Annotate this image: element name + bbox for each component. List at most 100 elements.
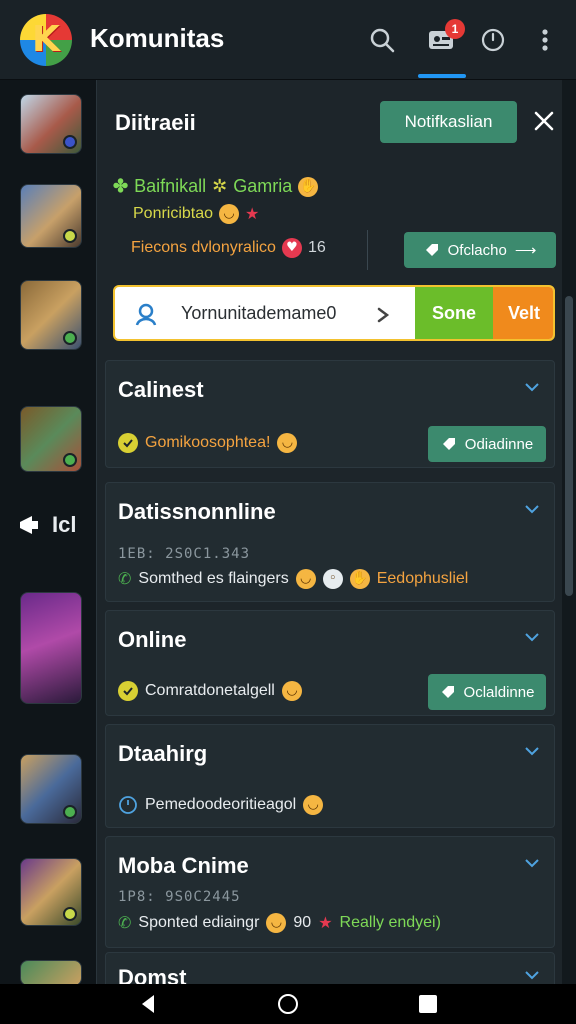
check-icon xyxy=(118,433,138,453)
tag-icon xyxy=(442,438,455,450)
star-icon: ★ xyxy=(318,915,333,932)
recents-icon[interactable] xyxy=(416,992,440,1016)
top-app-bar: K Komunitas 1 xyxy=(0,0,576,80)
section-count: 90 xyxy=(293,914,312,931)
community-list: Icl xyxy=(0,80,96,986)
emoji-icon: ◡ xyxy=(295,569,316,589)
scrollbar-thumb[interactable] xyxy=(565,296,573,596)
community-thumbnail[interactable] xyxy=(20,406,82,472)
section-meta: 1EB: 2S0C1.343 xyxy=(118,546,251,562)
chevron-down-icon[interactable] xyxy=(522,627,542,647)
section-title: Online xyxy=(118,627,187,652)
section-line-text: Pemedoodeoritieagol xyxy=(145,796,297,813)
profile-icon xyxy=(135,303,157,326)
history-button[interactable] xyxy=(475,22,511,58)
notification-badge: 1 xyxy=(445,19,465,39)
community-name-bar: Yornunitademame0 Sone Velt xyxy=(113,285,555,341)
status-action-label: Ofclacho xyxy=(447,241,507,259)
search-icon xyxy=(370,28,395,53)
emoji-icon: ◦ xyxy=(322,569,343,589)
status-line-1-text: Baifnikall xyxy=(134,176,207,196)
section-meta: 1P8: 9S0C2445 xyxy=(118,889,241,905)
section-line: Comratdonetalgell ◡ xyxy=(118,681,302,701)
section-line-text: Comratdonetalgell xyxy=(145,682,275,699)
sparkle-icon: ✤ xyxy=(113,176,129,196)
phone-icon: ✆ xyxy=(118,571,132,588)
active-tab-indicator xyxy=(418,74,466,78)
status-badge xyxy=(63,135,77,149)
smile-emoji-icon: ◡ xyxy=(219,204,240,224)
section-extra-text: Eedophusliel xyxy=(376,570,469,587)
community-thumbnail[interactable] xyxy=(20,858,82,926)
back-icon[interactable] xyxy=(136,992,160,1016)
notification-button[interactable]: Notifkaslian xyxy=(380,101,517,143)
more-options-button[interactable] xyxy=(527,22,563,58)
emoji-icon: ✋ xyxy=(349,569,370,589)
close-button[interactable] xyxy=(529,106,559,136)
divider xyxy=(367,230,368,270)
star-icon: ★ xyxy=(245,206,260,223)
community-thumbnail[interactable] xyxy=(20,184,82,248)
check-icon xyxy=(118,681,138,701)
section-line-text: Gomikoosophtea! xyxy=(145,434,271,451)
status-line-1b-text: Gamria xyxy=(233,176,293,196)
sone-button[interactable]: Sone xyxy=(415,287,493,339)
section-card[interactable]: Moba Cnime 1P8: 9S0C2445 ✆ Sponted ediai… xyxy=(105,836,555,948)
section-card[interactable]: Dtaahirg Pemedoodeoritieagol ◡ xyxy=(105,724,555,828)
section-line-text: Somthed es flaingers xyxy=(138,570,289,587)
community-thumbnail[interactable] xyxy=(20,592,82,704)
section-line-text: Sponted ediaingr xyxy=(138,914,260,931)
community-thumbnail[interactable] xyxy=(20,960,82,986)
community-thumbnail[interactable] xyxy=(20,94,82,154)
community-thumbnail[interactable] xyxy=(20,754,82,824)
section-title: Dtaahirg xyxy=(118,741,208,766)
wave-emoji-icon: ✋ xyxy=(298,176,319,197)
emoji-icon: ◡ xyxy=(303,795,324,815)
status-line-3-text: Fiecons dvlonyralico xyxy=(131,239,276,256)
app-screen: K Komunitas 1 Icl Diitraeii Notifkaslian… xyxy=(0,0,576,1024)
community-name-value[interactable]: Yornunitademame0 xyxy=(181,303,336,324)
edit-icon[interactable] xyxy=(373,301,399,327)
velt-button[interactable]: Velt xyxy=(493,287,553,339)
app-logo[interactable]: K xyxy=(20,14,72,66)
status-action-button[interactable]: Ofclacho ⟶ xyxy=(404,232,556,268)
left-chip[interactable]: Icl xyxy=(18,512,76,538)
status-line-2: Ponricibtao ◡ ★ xyxy=(113,204,259,224)
home-icon[interactable] xyxy=(276,992,300,1016)
section-title: Moba Cnime xyxy=(118,853,249,878)
chevron-down-icon[interactable] xyxy=(522,741,542,761)
status-line-1: ✤ Baifnikall ✲ Gamria ✋ xyxy=(113,176,319,197)
close-icon xyxy=(534,111,554,131)
app-title: Komunitas xyxy=(90,23,225,53)
chevron-down-icon[interactable] xyxy=(522,965,542,984)
gear-icon: ✲ xyxy=(212,176,228,196)
section-line: Gomikoosophtea! ◡ xyxy=(118,433,298,453)
section-action-button[interactable]: Oclaldinne xyxy=(428,674,546,710)
status-line-3: Fiecons dvlonyralico ♥ 16 xyxy=(113,238,326,258)
clock-icon xyxy=(481,28,505,52)
community-thumbnail[interactable] xyxy=(20,280,82,350)
section-extra-text: Really endyei) xyxy=(339,914,441,931)
search-button[interactable] xyxy=(364,22,400,58)
status-badge xyxy=(63,331,77,345)
status-count: 16 xyxy=(307,239,326,256)
section-card[interactable]: Datissnonnline 1EB: 2S0C1.343 ✆ Somthed … xyxy=(105,482,555,602)
chevron-down-icon[interactable] xyxy=(522,853,542,873)
emoji-icon: ◡ xyxy=(277,433,298,453)
status-badge xyxy=(63,805,77,819)
section-card[interactable]: Calinest Gomikoosophtea! ◡ Odiadinne xyxy=(105,360,555,468)
section-title: Datissnonnline xyxy=(118,499,276,524)
more-vert-icon xyxy=(542,29,548,51)
panel-title: Diitraeii xyxy=(115,110,196,135)
status-badge xyxy=(63,907,77,921)
chevron-down-icon[interactable] xyxy=(522,377,542,397)
section-action-label: Odiadinne xyxy=(464,435,534,453)
section-action-button[interactable]: Odiadinne xyxy=(428,426,546,462)
clock-icon xyxy=(119,796,137,814)
status-badge xyxy=(63,229,77,243)
section-title: Domst xyxy=(118,965,187,984)
logo-letter: K xyxy=(32,19,60,60)
section-card[interactable]: Online Comratdonetalgell ◡ Oclaldinne xyxy=(105,610,555,716)
section-card[interactable]: Domst xyxy=(105,952,555,984)
chevron-down-icon[interactable] xyxy=(522,499,542,519)
